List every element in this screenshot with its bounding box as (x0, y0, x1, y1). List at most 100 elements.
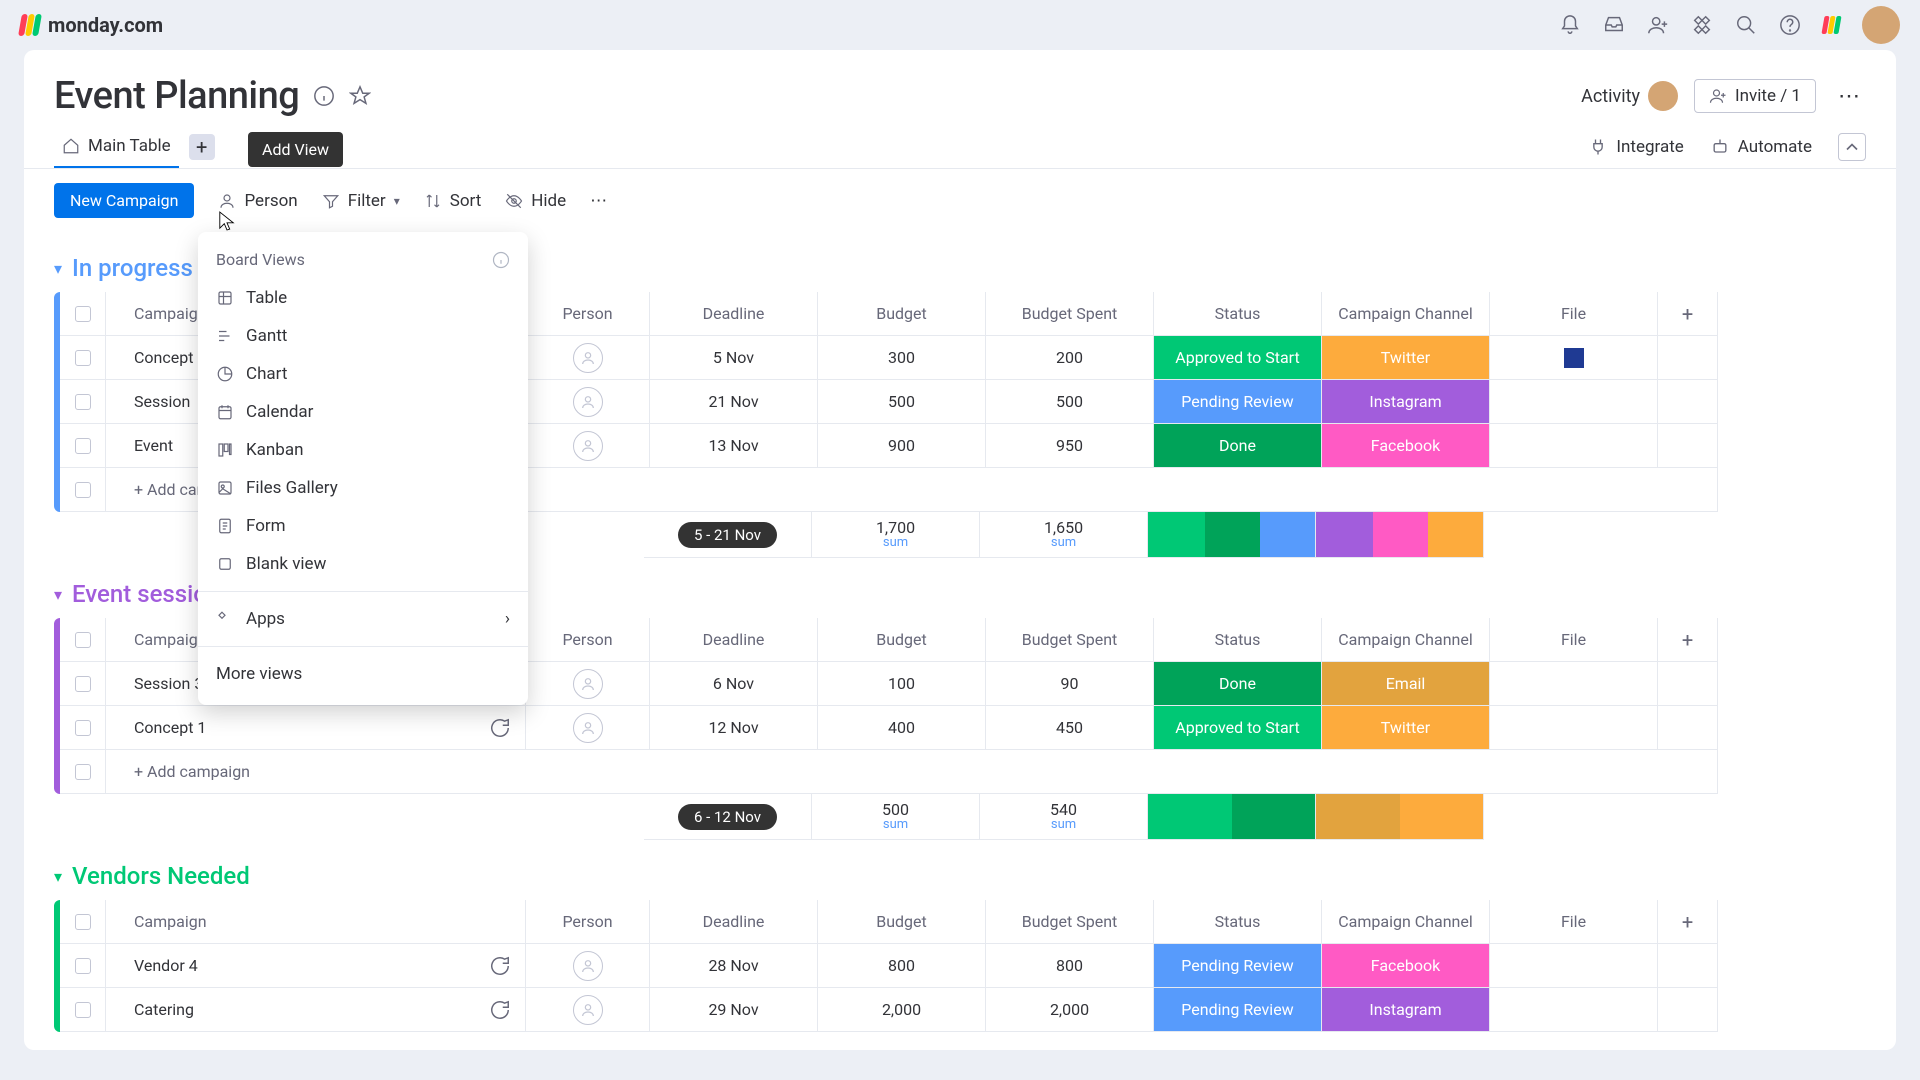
column-header-file[interactable]: File (1490, 618, 1658, 662)
cell-budget-spent[interactable]: 950 (986, 424, 1154, 468)
column-header-budget-spent[interactable]: Budget Spent (986, 900, 1154, 944)
dropdown-item-table[interactable]: Table (198, 279, 528, 317)
cell-channel[interactable]: Instagram (1322, 988, 1490, 1032)
cell-budget[interactable]: 2,000 (818, 988, 986, 1032)
hide-button[interactable]: Hide (505, 191, 566, 211)
help-icon[interactable] (1779, 14, 1801, 36)
cell-status[interactable]: Pending Review (1154, 944, 1322, 988)
dropdown-more-views[interactable]: More views (198, 655, 528, 693)
row-checkbox[interactable] (60, 944, 106, 988)
cell-budget[interactable]: 300 (818, 336, 986, 380)
add-campaign-row[interactable]: + Add campaign (60, 750, 1866, 794)
person-filter[interactable]: Person (218, 191, 297, 211)
cell-deadline[interactable]: 6 Nov (650, 662, 818, 706)
column-header-deadline[interactable]: Deadline (650, 900, 818, 944)
dropdown-item-blank-view[interactable]: Blank view (198, 545, 528, 583)
cell-person[interactable] (526, 336, 650, 380)
cell-budget-spent[interactable]: 500 (986, 380, 1154, 424)
column-header-status[interactable]: Status (1154, 900, 1322, 944)
more-toolbar-button[interactable]: ⋯ (590, 191, 607, 211)
column-header-budget[interactable]: Budget (818, 618, 986, 662)
cell-status[interactable]: Done (1154, 662, 1322, 706)
column-header-campaign[interactable]: Campaign (106, 900, 526, 944)
group-header[interactable]: ▾Vendors Needed (54, 862, 1866, 890)
dropdown-item-calendar[interactable]: Calendar (198, 393, 528, 431)
cell-channel[interactable]: Facebook (1322, 424, 1490, 468)
info-icon[interactable] (313, 85, 335, 107)
cell-file[interactable] (1490, 662, 1658, 706)
cell-person[interactable] (526, 706, 650, 750)
dropdown-item-chart[interactable]: Chart (198, 355, 528, 393)
apps-icon[interactable] (1691, 14, 1713, 36)
cell-budget[interactable]: 100 (818, 662, 986, 706)
tab-main-table[interactable]: Main Table (54, 126, 179, 168)
dropdown-item-form[interactable]: Form (198, 507, 528, 545)
cell-file[interactable] (1490, 380, 1658, 424)
cell-budget-spent[interactable]: 200 (986, 336, 1154, 380)
cell-budget-spent[interactable]: 450 (986, 706, 1154, 750)
cell-channel[interactable]: Instagram (1322, 380, 1490, 424)
cell-budget-spent[interactable]: 800 (986, 944, 1154, 988)
cell-budget[interactable]: 400 (818, 706, 986, 750)
row-checkbox[interactable] (60, 988, 106, 1032)
updates-icon[interactable] (489, 999, 511, 1021)
column-header-person[interactable]: Person (526, 618, 650, 662)
cell-status[interactable]: Approved to Start (1154, 706, 1322, 750)
column-header-budget[interactable]: Budget (818, 292, 986, 336)
dropdown-item-apps[interactable]: Apps › (198, 600, 528, 638)
cell-deadline[interactable]: 13 Nov (650, 424, 818, 468)
automate-button[interactable]: Automate (1710, 137, 1812, 157)
cell-budget[interactable]: 500 (818, 380, 986, 424)
notifications-icon[interactable] (1559, 14, 1581, 36)
product-switcher-icon[interactable] (1823, 16, 1840, 34)
inbox-icon[interactable] (1603, 14, 1625, 36)
cell-budget[interactable]: 800 (818, 944, 986, 988)
row-checkbox[interactable] (60, 424, 106, 468)
cell-status[interactable]: Pending Review (1154, 380, 1322, 424)
sort-button[interactable]: Sort (424, 191, 482, 211)
dropdown-item-kanban[interactable]: Kanban (198, 431, 528, 469)
updates-icon[interactable] (489, 717, 511, 739)
cell-person[interactable] (526, 944, 650, 988)
cell-file[interactable] (1490, 424, 1658, 468)
column-header-person[interactable]: Person (526, 292, 650, 336)
column-header-person[interactable]: Person (526, 900, 650, 944)
favorite-star-icon[interactable] (349, 85, 371, 107)
cell-channel[interactable]: Twitter (1322, 706, 1490, 750)
column-header-status[interactable]: Status (1154, 292, 1322, 336)
cell-deadline[interactable]: 29 Nov (650, 988, 818, 1032)
cell-status[interactable]: Pending Review (1154, 988, 1322, 1032)
brand[interactable]: monday.com (20, 13, 163, 37)
invite-members-icon[interactable] (1647, 14, 1669, 36)
cell-deadline[interactable]: 5 Nov (650, 336, 818, 380)
cell-file[interactable] (1490, 336, 1658, 380)
collapse-header-button[interactable] (1838, 133, 1866, 161)
column-header-file[interactable]: File (1490, 292, 1658, 336)
row-checkbox[interactable] (60, 336, 106, 380)
cell-file[interactable] (1490, 706, 1658, 750)
user-avatar[interactable] (1862, 6, 1900, 44)
cell-deadline[interactable]: 12 Nov (650, 706, 818, 750)
add-column-button[interactable]: + (1658, 900, 1718, 944)
cell-channel[interactable]: Twitter (1322, 336, 1490, 380)
column-header-deadline[interactable]: Deadline (650, 292, 818, 336)
select-all-checkbox[interactable] (60, 900, 106, 944)
cell-file[interactable] (1490, 988, 1658, 1032)
cell-budget-spent[interactable]: 90 (986, 662, 1154, 706)
add-column-button[interactable]: + (1658, 618, 1718, 662)
cell-deadline[interactable]: 21 Nov (650, 380, 818, 424)
row-checkbox[interactable] (60, 662, 106, 706)
column-header-channel[interactable]: Campaign Channel (1322, 618, 1490, 662)
cell-deadline[interactable]: 28 Nov (650, 944, 818, 988)
row-checkbox[interactable] (60, 706, 106, 750)
column-header-channel[interactable]: Campaign Channel (1322, 900, 1490, 944)
cell-person[interactable] (526, 424, 650, 468)
add-column-button[interactable]: + (1658, 292, 1718, 336)
cell-campaign-name[interactable]: Catering (106, 988, 526, 1032)
cell-budget-spent[interactable]: 2,000 (986, 988, 1154, 1032)
column-header-budget-spent[interactable]: Budget Spent (986, 292, 1154, 336)
column-header-budget-spent[interactable]: Budget Spent (986, 618, 1154, 662)
more-options-button[interactable]: ⋯ (1832, 80, 1866, 113)
cell-person[interactable] (526, 380, 650, 424)
column-header-channel[interactable]: Campaign Channel (1322, 292, 1490, 336)
